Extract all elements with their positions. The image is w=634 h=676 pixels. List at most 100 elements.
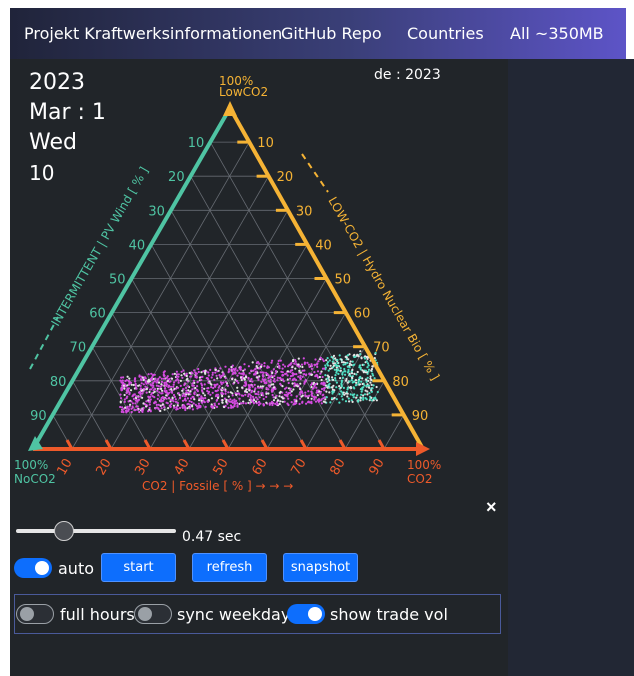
data-point [216,398,219,401]
right-arrow-head [416,442,430,456]
bottom-axis-title: CO2 | Fossile [ % ] → → → [142,479,293,493]
data-point [340,358,343,361]
data-point [138,408,141,411]
data-point [257,390,260,393]
data-point [281,371,284,374]
data-point [236,374,239,377]
right-tick-label: 50 [335,273,352,288]
data-point [273,380,276,383]
data-point [368,392,371,395]
data-point [353,355,356,359]
auto-toggle[interactable] [14,558,52,578]
data-point [325,396,328,399]
data-point [183,372,186,375]
left-tick-label: 80 [50,375,67,390]
data-point [170,388,173,391]
data-point [236,390,239,393]
data-point [320,378,323,382]
bottom-tick-label: 70 [288,456,309,478]
refresh-button[interactable]: refresh [192,553,267,582]
data-point [338,401,341,404]
nav-all-download[interactable]: All ~350MB [510,24,604,43]
data-point [314,363,317,366]
grid-line [170,210,307,450]
data-point [189,397,193,400]
data-point [172,393,176,397]
data-point [293,385,296,388]
data-point [299,371,302,374]
data-point [262,397,265,401]
data-point [184,408,187,412]
data-point [254,400,258,403]
data-point [272,383,275,386]
data-point [357,379,360,382]
data-point [344,392,348,395]
data-point [362,386,365,389]
data-point [200,401,204,404]
show-trade-vol-label: show trade vol [330,605,448,624]
nav-countries[interactable]: Countries [407,24,484,43]
data-point [142,383,145,386]
top-arrow-head [223,101,237,116]
data-point [206,400,209,403]
data-point [236,386,239,389]
data-point [248,389,251,392]
data-point [357,398,360,402]
data-point [279,400,282,403]
right-vertex-pct: 100% [407,458,441,472]
data-point [207,374,210,377]
data-point [185,374,188,378]
data-point [254,392,257,395]
slider-thumb[interactable] [54,521,74,541]
data-point [267,374,270,377]
close-icon[interactable]: × [486,497,497,518]
nav-brand[interactable]: Projekt Kraftwerksinformationen [24,24,282,43]
data-point [370,369,373,372]
data-point [192,402,195,405]
speed-slider[interactable] [16,520,176,542]
data-point [283,393,286,396]
data-point [190,400,193,404]
data-point [149,410,152,413]
data-point [222,372,225,375]
sync-weekday-toggle[interactable] [134,604,172,624]
data-point [304,391,307,394]
data-point [326,377,329,380]
data-point [173,387,176,390]
full-hours-toggle[interactable] [16,604,54,624]
data-point [160,380,164,383]
data-point [338,385,341,388]
data-point [151,392,154,395]
full-hours-label: full hours [60,605,135,624]
data-point [174,398,177,401]
data-point [203,383,206,386]
data-point [134,384,137,387]
nav-github-repo[interactable]: GitHub Repo [281,24,382,43]
data-point [181,389,184,392]
data-point [121,408,124,412]
data-point [279,359,282,362]
data-point [341,398,344,401]
data-point [199,406,202,409]
data-point [270,361,273,364]
data-point [278,365,281,368]
show-trade-vol-toggle[interactable] [287,604,325,624]
data-point [244,375,248,378]
data-point [290,401,293,404]
data-point [151,395,154,398]
data-point [328,382,331,385]
left-vertex-label: NoCO2 [14,472,56,486]
data-point [210,386,213,389]
snapshot-button[interactable]: snapshot [283,553,358,582]
data-point [230,405,233,408]
data-point [153,390,156,393]
data-point [299,376,302,379]
data-point [231,394,234,397]
data-point [254,370,257,373]
data-point [329,401,332,404]
data-point [259,402,262,405]
data-point [157,385,160,388]
data-point [189,375,192,378]
start-button[interactable]: start [101,553,176,582]
data-point [286,402,289,405]
